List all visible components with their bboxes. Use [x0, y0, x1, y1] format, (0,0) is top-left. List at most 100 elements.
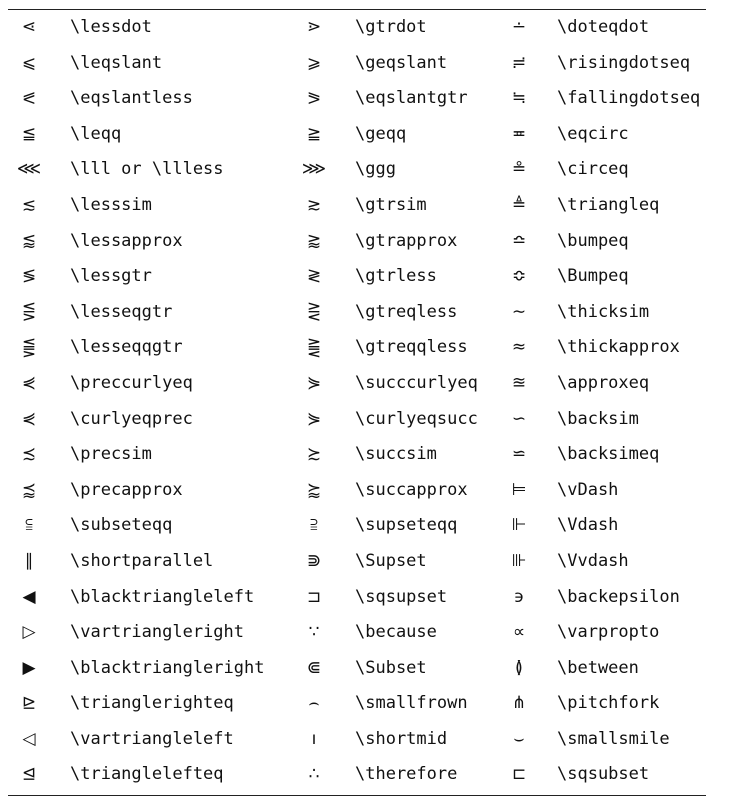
- table-row: ⋘ \lll or \llless ⋙ \ggg ≗ \circeq: [0, 152, 730, 188]
- symbol-glyph: ⪕: [21, 88, 37, 109]
- latex-command: \eqslantless: [70, 88, 193, 109]
- table-row: ▷ \vartriangleright ∵ \because ∝ \varpropto: [0, 615, 730, 651]
- table-row: ⫅ \subseteqq ⫆ \supseteqq ⊩ \Vdash: [0, 508, 730, 544]
- symbol-glyph: ⌢: [308, 693, 320, 714]
- symbol-glyph: ∸: [511, 17, 527, 37]
- latex-command: \therefore: [355, 764, 458, 785]
- symbol-glyph: ⋍: [511, 444, 527, 465]
- table-row: ∥ \shortparallel ⋑ \Supset ⊪ \Vvdash: [0, 544, 730, 580]
- symbol-glyph: ≖: [511, 123, 527, 144]
- latex-command: \vartriangleright: [70, 622, 244, 643]
- latex-command: \Vdash: [557, 515, 619, 536]
- latex-command: \trianglelefteq: [70, 764, 224, 785]
- symbol-glyph: ⪆: [306, 230, 322, 251]
- symbol-glyph: ▶: [22, 657, 36, 678]
- symbol-glyph: ⊴: [21, 764, 37, 785]
- symbol-glyph: ∝: [512, 622, 526, 643]
- latex-command: \approxeq: [557, 372, 650, 393]
- latex-command: \blacktriangleright: [70, 657, 265, 678]
- symbol-glyph: ⋞: [21, 408, 37, 429]
- latex-command: \lessgtr: [70, 266, 152, 287]
- symbol-glyph: ∵: [308, 622, 320, 643]
- latex-command: \pitchfork: [557, 693, 660, 714]
- table-row: ≾ \precsim ≿ \succsim ⋍ \backsimeq: [0, 437, 730, 473]
- symbol-glyph: ≳: [306, 194, 322, 215]
- symbol-glyph: ϶: [513, 586, 525, 607]
- table-row: ⪷ \precapprox ⪸ \succapprox ⊨ \vDash: [0, 473, 730, 509]
- latex-command: \curlyeqsucc: [355, 408, 478, 429]
- table-row: ⋞ \curlyeqprec ⋟ \curlyeqsucc ∽ \backsim: [0, 402, 730, 438]
- symbol-glyph: ⋟: [306, 372, 322, 393]
- latex-command: \lesseqgtr: [70, 301, 173, 322]
- symbol-glyph: ⊐: [306, 586, 322, 607]
- symbol-glyph: ⋞: [21, 372, 37, 393]
- latex-command: \thickapprox: [557, 337, 680, 358]
- latex-command: \Supset: [355, 550, 427, 571]
- latex-command: \succcurlyeq: [355, 372, 478, 393]
- table-row: ⪅ \lessapprox ⪆ \gtrapprox ≏ \bumpeq: [0, 224, 730, 260]
- table-row: ⋖ \lessdot ⋗ \gtrdot ∸ \doteqdot: [0, 10, 730, 46]
- latex-command: \lessdot: [70, 17, 152, 37]
- symbol-glyph: ◁: [22, 728, 36, 749]
- table-row: ≶ \lessgtr ≷ \gtrless ≎ \Bumpeq: [0, 259, 730, 295]
- latex-command: \sqsupset: [355, 586, 448, 607]
- table-row: ≲ \lesssim ≳ \gtrsim ≜ \triangleq: [0, 188, 730, 224]
- table-row: ⪋ \lesseqqgtr ⪌ \gtreqqless ≈ \thickapprox: [0, 330, 730, 366]
- table-row: ⋞ \preccurlyeq ⋟ \succcurlyeq ≊ \approxeq: [0, 366, 730, 402]
- symbol-glyph: ⋚: [21, 301, 37, 322]
- table-row: ⊴ \trianglelefteq ∴ \therefore ⊏ \sqsubset: [0, 757, 730, 793]
- table-row: ⊵ \trianglerighteq ⌢ \smallfrown ⋔ \pitchfork: [0, 686, 730, 722]
- symbol-glyph: ≲: [21, 194, 37, 215]
- latex-command: \between: [557, 657, 639, 678]
- latex-command: \Subset: [355, 657, 427, 678]
- symbol-glyph: ▷: [22, 622, 36, 643]
- symbol-glyph: ⋟: [306, 408, 322, 429]
- latex-command: \sqsubset: [557, 764, 650, 785]
- latex-command: \shortparallel: [70, 550, 214, 571]
- symbol-table: ⋖ \lessdot ⋗ \gtrdot ∸ \doteqdot ⩽ \leqslant ⩾ \g…: [0, 10, 730, 793]
- symbol-glyph: ⊨: [511, 479, 527, 500]
- latex-command: \succapprox: [355, 479, 468, 500]
- latex-command: \vartriangleleft: [70, 728, 234, 749]
- latex-command: \backsim: [557, 408, 639, 429]
- latex-command: \eqcirc: [557, 123, 629, 144]
- latex-command: \gtrsim: [355, 194, 427, 215]
- latex-command: \eqslantgtr: [355, 88, 468, 109]
- symbol-glyph: ⋔: [511, 693, 527, 714]
- symbol-glyph: ∼: [511, 301, 527, 322]
- symbol-glyph: ≏: [511, 230, 527, 251]
- latex-command: \geqq: [355, 123, 407, 144]
- symbol-glyph: ≧: [306, 123, 322, 144]
- table-row: ◀ \blacktriangleleft ⊐ \sqsupset ϶ \backepsil…: [0, 580, 730, 616]
- symbol-glyph: ≗: [511, 159, 527, 180]
- latex-command: \lesseqqgtr: [70, 337, 183, 358]
- latex-command: \precapprox: [70, 479, 183, 500]
- table-row: ▶ \blacktriangleright ⋐ \Subset ≬ \between: [0, 651, 730, 687]
- symbol-glyph: ◀: [22, 586, 36, 607]
- latex-command: \backsimeq: [557, 444, 660, 465]
- symbol-glyph: ⪌: [306, 337, 322, 358]
- symbol-glyph: ⊪: [511, 550, 527, 571]
- symbol-glyph: ≶: [21, 266, 37, 287]
- latex-command: \smallfrown: [355, 693, 468, 714]
- latex-command: \succsim: [355, 444, 437, 465]
- symbol-glyph: ≜: [511, 194, 527, 215]
- table-bottom-rule: [8, 795, 706, 796]
- table-row: ⪕ \eqslantless ⪖ \eqslantgtr ≒ \fallingdotseq: [0, 81, 730, 117]
- symbol-glyph: ı: [311, 728, 317, 749]
- latex-command: \Bumpeq: [557, 266, 629, 287]
- symbol-glyph: ≦: [21, 123, 37, 144]
- latex-command: \gtrdot: [355, 17, 427, 37]
- symbol-glyph: ⩽: [21, 52, 37, 73]
- latex-command: \doteqdot: [557, 17, 650, 37]
- latex-command: \precsim: [70, 444, 152, 465]
- symbol-glyph: ⫆: [310, 515, 318, 536]
- symbol-glyph: ≎: [511, 266, 527, 287]
- latex-command: \supseteqq: [355, 515, 458, 536]
- symbol-glyph: ⋛: [306, 301, 322, 322]
- symbol-glyph: ⪖: [306, 88, 322, 109]
- table-row: ◁ \vartriangleleft ı \shortmid ⌣ \smallsmile: [0, 722, 730, 758]
- table-row: ⩽ \leqslant ⩾ \geqslant ≓ \risingdotseq: [0, 46, 730, 82]
- latex-command: \ggg: [355, 159, 396, 180]
- symbol-glyph: ⌣: [513, 728, 525, 749]
